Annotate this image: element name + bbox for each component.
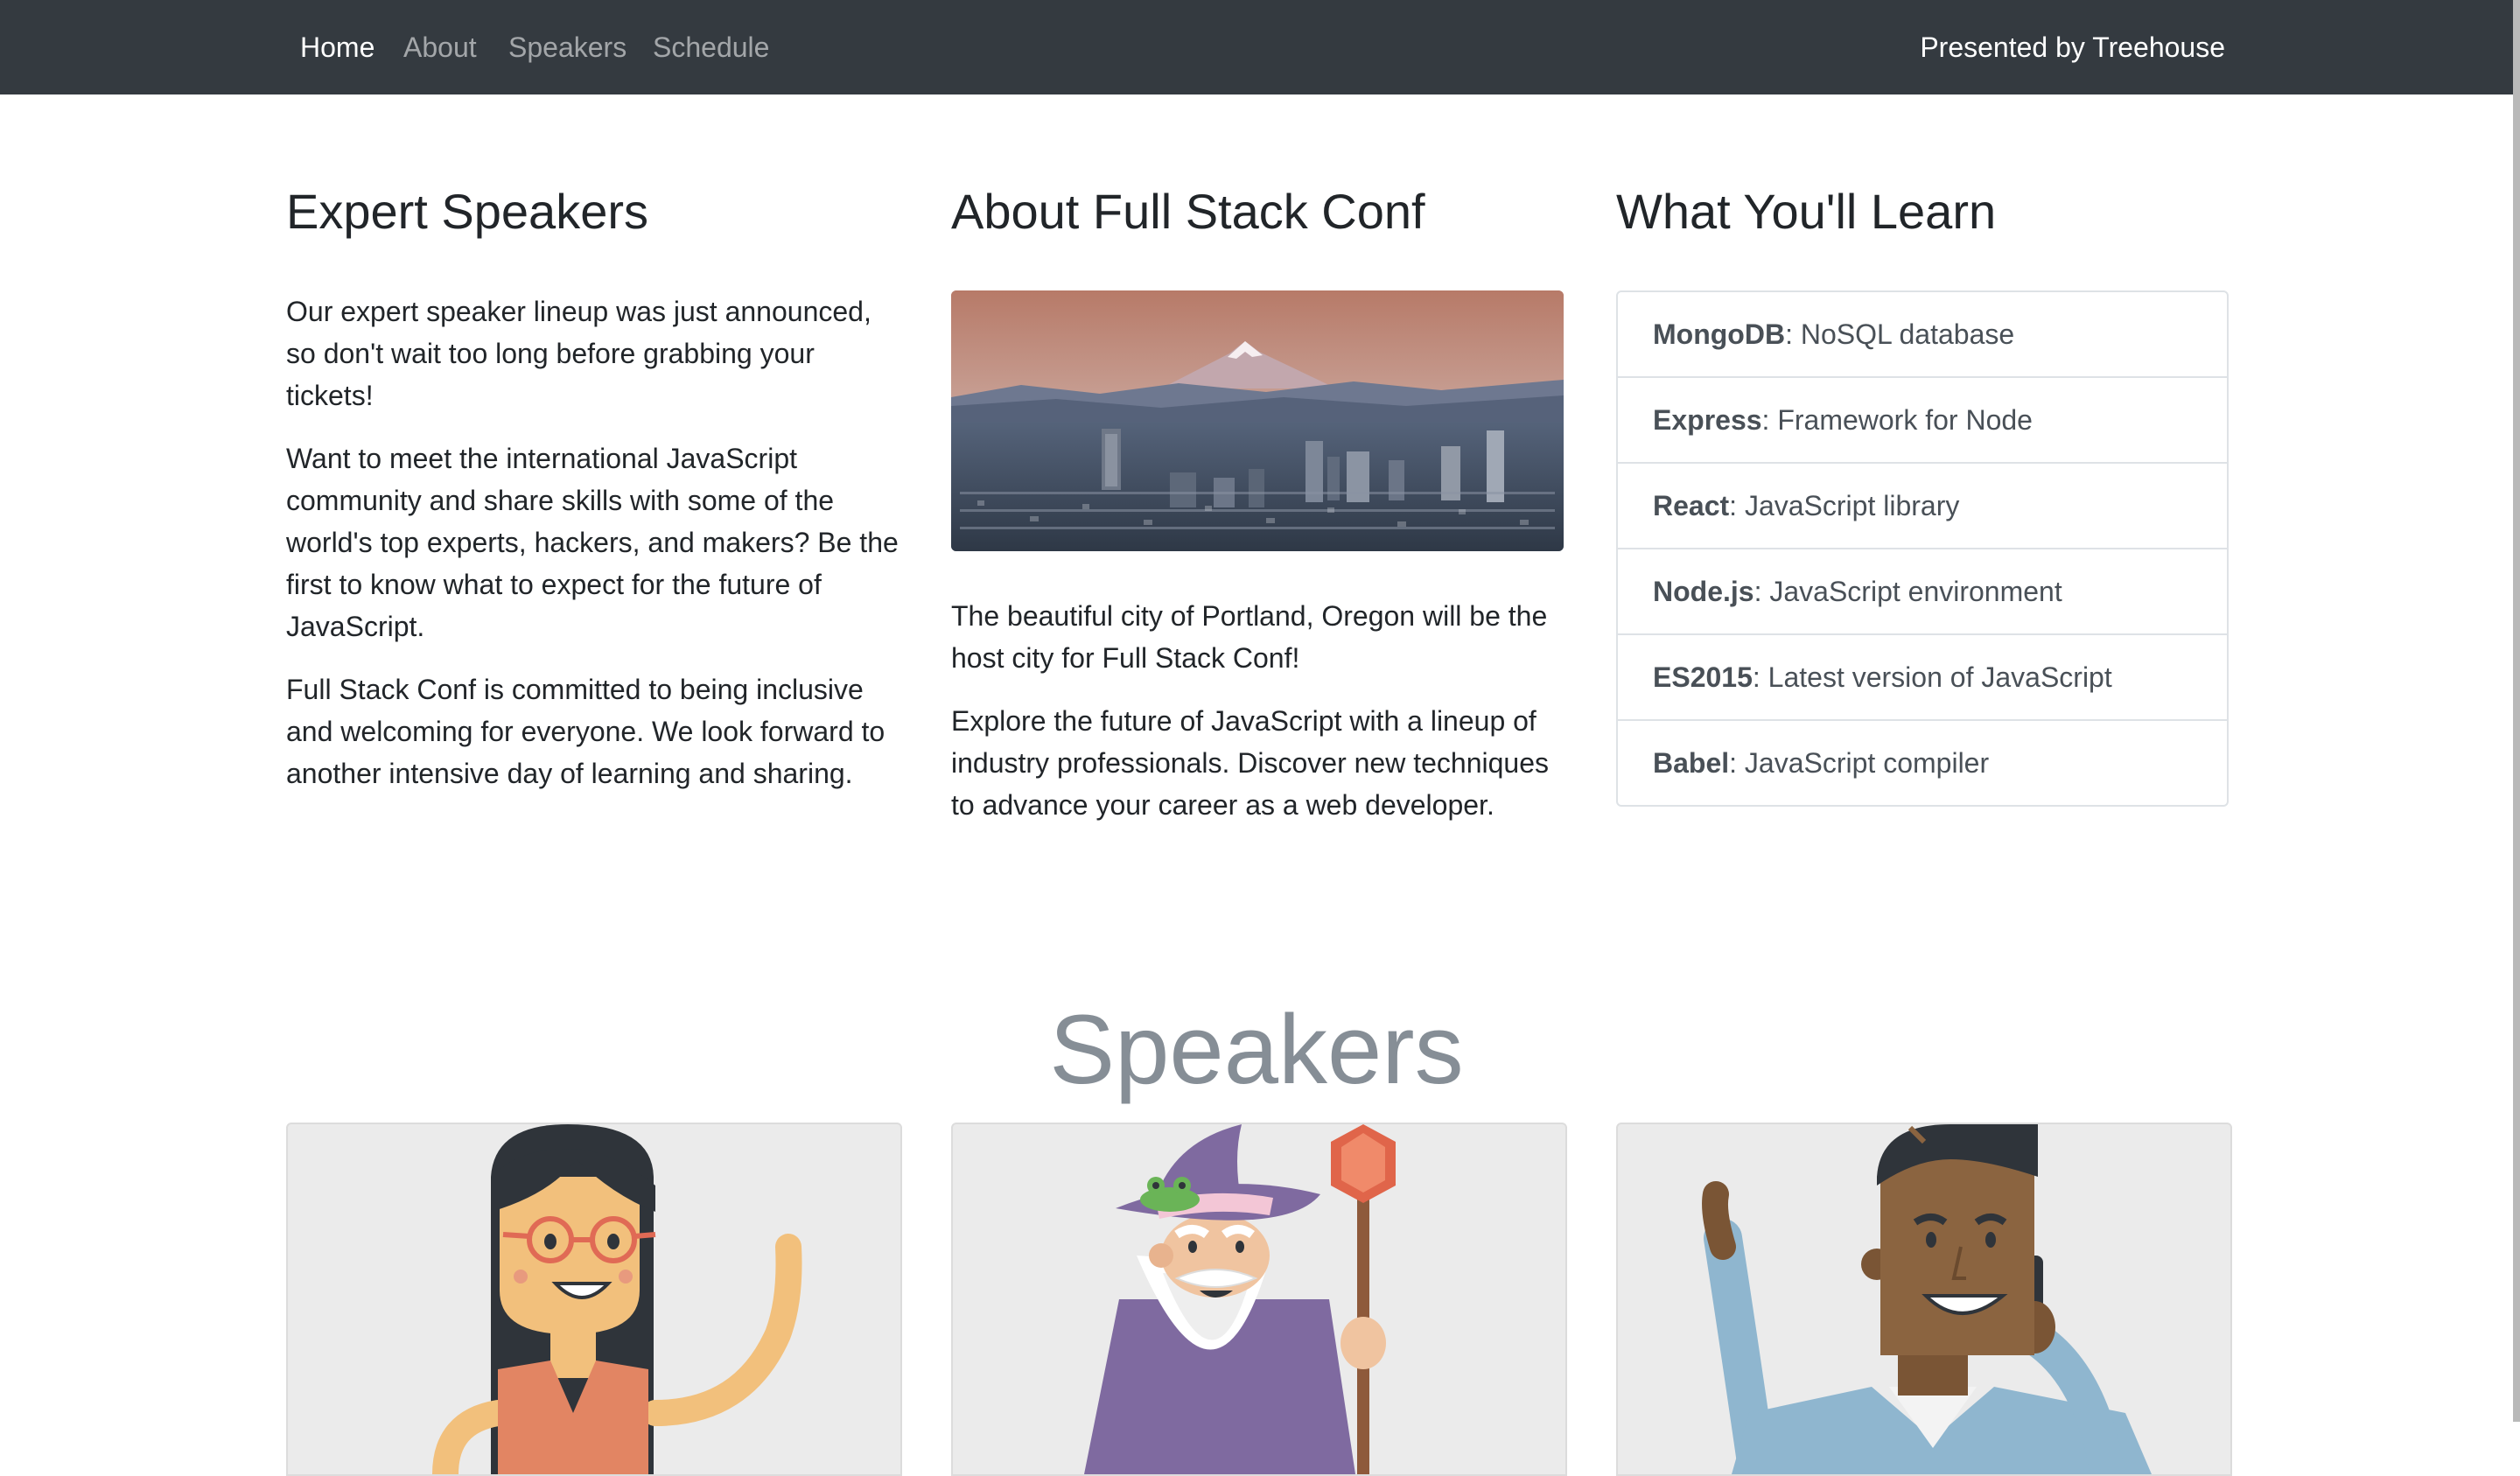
woman-with-glasses-avatar (432, 1124, 802, 1474)
top-navbar: Home About Speakers Schedule Presented b… (0, 0, 2513, 94)
nav-link-about[interactable]: About (403, 0, 477, 94)
learn-list: MongoDB: NoSQL database Express: Framewo… (1616, 290, 2229, 807)
portland-city-illustration (951, 290, 1564, 551)
navbar-brand-text: Presented by Treehouse (1920, 31, 2225, 63)
learn-list-item-mongodb: MongoDB: NoSQL database (1618, 292, 2227, 378)
page-scrollbar[interactable] (2513, 0, 2520, 1422)
learn-list-item-babel: Babel: JavaScript compiler (1618, 721, 2227, 805)
learn-desc: : Framework for Node (1761, 404, 2033, 436)
learn-desc: : JavaScript environment (1754, 576, 2062, 607)
speaker-card[interactable] (951, 1123, 1567, 1476)
about-heading: About Full Stack Conf (951, 184, 1425, 239)
speakers-paragraph: Want to meet the international JavaScrip… (286, 443, 899, 642)
learn-term: Babel (1653, 747, 1730, 779)
speakers-section-title: Speakers (1049, 995, 1464, 1105)
learn-term: Express (1653, 404, 1762, 436)
about-paragraph: Explore the future of JavaScript with a … (951, 705, 1549, 821)
speaker-card[interactable] (286, 1123, 902, 1476)
learn-desc: : JavaScript library (1729, 490, 1960, 521)
expert-speakers-column: Expert Speakers Our expert speaker lineu… (286, 175, 899, 815)
portland-city-image (951, 290, 1564, 551)
learn-column: What You'll Learn MongoDB: NoSQL databas… (1616, 175, 2229, 807)
nav-link-speakers[interactable]: Speakers (508, 0, 626, 94)
speakers-paragraph: Our expert speaker lineup was just annou… (286, 296, 872, 411)
nav-link-schedule[interactable]: Schedule (653, 0, 769, 94)
learn-heading: What You'll Learn (1616, 184, 1997, 239)
speakers-paragraph: Full Stack Conf is committed to being in… (286, 674, 886, 789)
learn-term: React (1653, 490, 1730, 521)
learn-list-item-express: Express: Framework for Node (1618, 378, 2227, 464)
about-paragraph: The beautiful city of Portland, Oregon w… (951, 600, 1548, 674)
learn-list-item-es2015: ES2015: Latest version of JavaScript (1618, 635, 2227, 721)
nav-link-home[interactable]: Home (300, 0, 374, 94)
learn-term: ES2015 (1653, 661, 1753, 693)
speaker-card[interactable] (1616, 1123, 2232, 1476)
learn-term: MongoDB (1653, 318, 1786, 350)
about-column: About Full Stack Conf The beautiful city… (951, 175, 1564, 847)
learn-desc: : JavaScript compiler (1729, 747, 1990, 779)
wizard-avatar (1084, 1124, 1396, 1474)
man-on-phone-avatar (1702, 1124, 2152, 1474)
learn-term: Node.js (1653, 576, 1754, 607)
expert-speakers-heading: Expert Speakers (286, 184, 648, 239)
learn-desc: : NoSQL database (1785, 318, 2015, 350)
learn-list-item-react: React: JavaScript library (1618, 464, 2227, 549)
learn-list-item-nodejs: Node.js: JavaScript environment (1618, 549, 2227, 635)
learn-desc: : Latest version of JavaScript (1752, 661, 2112, 693)
